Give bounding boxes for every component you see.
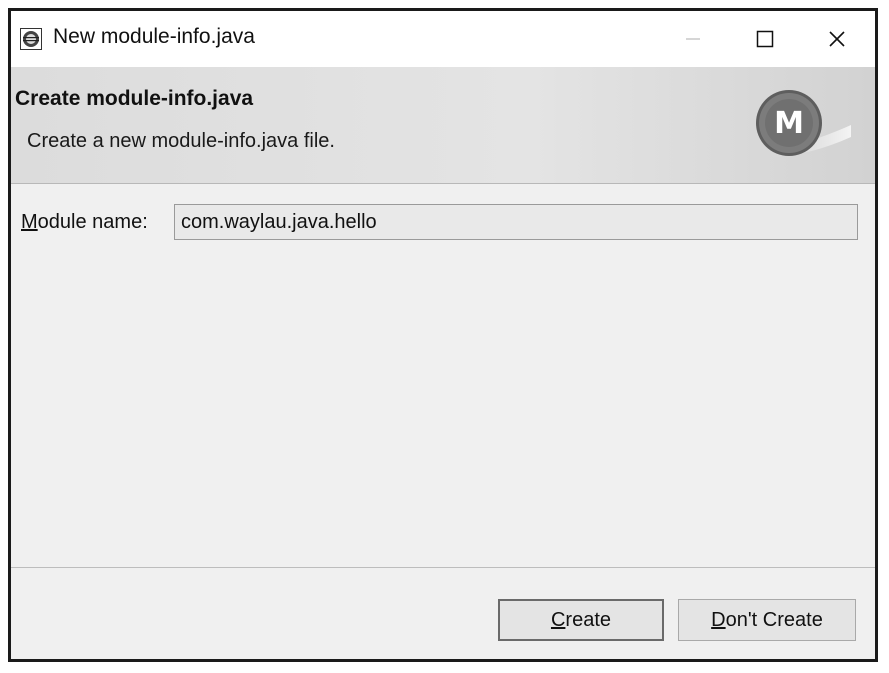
- dont-create-button-label: on't Create: [725, 608, 823, 631]
- module-name-label-mnemonic: M: [21, 211, 38, 233]
- wizard-header: Create module-info.java Create a new mod…: [11, 67, 875, 184]
- module-logo-icon: M: [756, 90, 851, 157]
- module-name-label: Module name:: [21, 211, 148, 234]
- close-button[interactable]: [815, 21, 859, 57]
- eclipse-app-icon: [20, 28, 42, 50]
- dont-create-button[interactable]: Don't Create: [678, 599, 856, 641]
- wizard-description: Create a new module-info.java file.: [27, 130, 335, 152]
- window-title: New module-info.java: [53, 25, 255, 48]
- minimize-icon: [686, 38, 700, 40]
- create-button-label: reate: [565, 608, 612, 631]
- close-icon: [829, 31, 845, 47]
- title-bar[interactable]: New module-info.java: [11, 11, 875, 67]
- wizard-title: Create module-info.java: [15, 87, 254, 110]
- maximize-button[interactable]: [743, 21, 787, 57]
- dont-create-button-mnemonic: D: [711, 608, 726, 631]
- minimize-button[interactable]: [671, 21, 715, 57]
- module-name-input[interactable]: [174, 204, 858, 240]
- module-name-label-text: odule name:: [37, 211, 148, 233]
- maximize-icon: [756, 30, 774, 48]
- footer-separator: [11, 567, 875, 568]
- create-button[interactable]: Create: [498, 599, 664, 641]
- dialog-window: New module-info.java Create module-info.…: [8, 8, 878, 662]
- module-name-row: Module name:: [21, 204, 861, 242]
- logo-letter: M: [774, 106, 804, 141]
- create-button-mnemonic: C: [550, 608, 566, 631]
